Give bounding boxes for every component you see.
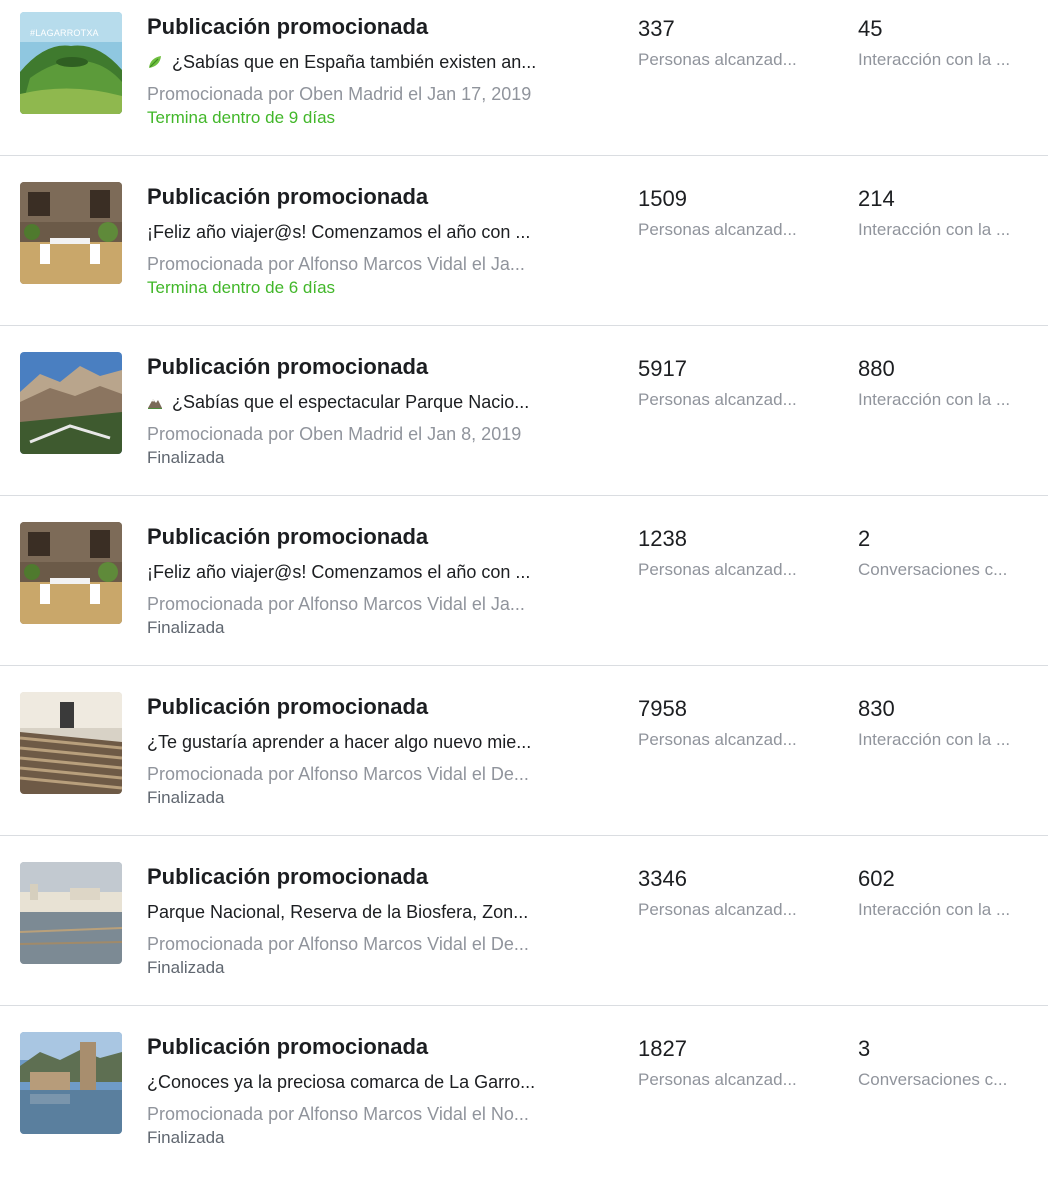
promoted-by-text: Promocionada por Alfonso Marcos Vidal el… <box>147 764 529 784</box>
people-reached-value: 1509 <box>638 186 687 211</box>
people-reached-value: 5917 <box>638 356 687 381</box>
promoted-post-row[interactable]: Publicación promocionada ¡Feliz año viaj… <box>0 170 1048 340</box>
post-message-text: ¿Sabías que el espectacular Parque Nacio… <box>172 392 530 412</box>
post-message: ¿Te gustaría aprender a hacer algo nuevo… <box>147 732 532 752</box>
post-message-text: ¿Sabías que en España también existen an… <box>172 52 537 72</box>
engagement-label: Interacción con la ... <box>858 900 1011 919</box>
mountain-canyon-thumbnail[interactable] <box>20 352 122 454</box>
row-divider <box>0 1005 1048 1006</box>
post-message: Parque Nacional, Reserva de la Biosfera,… <box>147 902 529 922</box>
people-reached-label: Personas alcanzad... <box>638 560 797 579</box>
post-title[interactable]: Publicación promocionada <box>147 1034 428 1060</box>
promoted-by-text: Promocionada por Alfonso Marcos Vidal el… <box>147 594 525 614</box>
promoted-by-text: Promocionada por Oben Madrid el Jan 8, 2… <box>147 424 522 444</box>
river-town-thumbnail[interactable] <box>20 1032 122 1134</box>
mountain-icon <box>147 392 168 412</box>
stone-house-terrace-thumbnail[interactable] <box>20 182 122 284</box>
promoted-post-row[interactable]: Publicación promocionada ¿Te gustaría ap… <box>0 680 1048 850</box>
people-reached-label: Personas alcanzad... <box>638 50 797 69</box>
post-title[interactable]: Publicación promocionada <box>147 864 428 890</box>
post-title[interactable]: Publicación promocionada <box>147 14 428 40</box>
promoted-by-text: Promocionada por Alfonso Marcos Vidal el… <box>147 1104 529 1124</box>
post-message: ¡Feliz año viajer@s! Comenzamos el año c… <box>147 562 531 582</box>
post-message: ¿Sabías que el espectacular Parque Nacio… <box>147 392 567 413</box>
engagement-label: Interacción con la ... <box>858 220 1011 239</box>
post-title[interactable]: Publicación promocionada <box>147 524 428 550</box>
engagement-value: 214 <box>858 186 895 211</box>
people-reached-value: 337 <box>638 16 675 41</box>
promoted-post-row[interactable]: Publicación promocionada ¿Conoces ya la … <box>0 1020 1048 1190</box>
people-reached-label: Personas alcanzad... <box>638 390 797 409</box>
people-reached-value: 1238 <box>638 526 687 551</box>
people-reached-value: 3346 <box>638 866 687 891</box>
status-text: Finalizada <box>147 958 225 977</box>
engagement-value: 45 <box>858 16 883 41</box>
post-title[interactable]: Publicación promocionada <box>147 184 428 210</box>
post-message: ¿Sabías que en España también existen an… <box>147 52 567 73</box>
stone-house-terrace-thumbnail[interactable] <box>20 522 122 624</box>
people-reached-label: Personas alcanzad... <box>638 220 797 239</box>
conversations-label: Conversaciones c... <box>858 1070 1008 1089</box>
row-divider <box>0 665 1048 666</box>
promoted-post-row[interactable]: Publicación promocionada ¿Sabías que el … <box>0 340 1048 510</box>
engagement-label: Interacción con la ... <box>858 730 1011 749</box>
status-text: Finalizada <box>147 788 225 807</box>
row-divider <box>0 495 1048 496</box>
promoted-by-text: Promocionada por Oben Madrid el Jan 17, … <box>147 84 532 104</box>
status-text: Finalizada <box>147 1128 225 1147</box>
wetland-village-thumbnail[interactable] <box>20 862 122 964</box>
promoted-post-row[interactable]: Publicación promocionada ¡Feliz año viaj… <box>0 510 1048 680</box>
post-message: ¡Feliz año viajer@s! Comenzamos el año c… <box>147 222 531 242</box>
people-reached-value: 1827 <box>638 1036 687 1061</box>
people-reached-label: Personas alcanzad... <box>638 730 797 749</box>
people-reached-label: Personas alcanzad... <box>638 1070 797 1089</box>
thumbnail-hashtag: #LAGARROTXA <box>30 28 99 38</box>
promoted-posts-list: #LAGARROTXA Publicación promocionada ¿Sa… <box>0 0 1048 1147</box>
promoted-by-text: Promocionada por Alfonso Marcos Vidal el… <box>147 934 529 954</box>
conversations-label: Conversaciones c... <box>858 560 1008 579</box>
row-divider <box>0 155 1048 156</box>
conversations-value: 3 <box>858 1036 871 1061</box>
conversations-value: 2 <box>858 526 871 551</box>
row-divider <box>0 325 1048 326</box>
engagement-value: 602 <box>858 866 895 891</box>
engagement-value: 880 <box>858 356 895 381</box>
engagement-value: 830 <box>858 696 895 721</box>
post-title[interactable]: Publicación promocionada <box>147 694 428 720</box>
promoted-post-row[interactable]: #LAGARROTXA Publicación promocionada ¿Sa… <box>0 0 1048 170</box>
status-text: Termina dentro de 6 días <box>147 278 336 297</box>
engagement-label: Interacción con la ... <box>858 50 1011 69</box>
status-text: Finalizada <box>147 618 225 637</box>
post-message: ¿Conoces ya la preciosa comarca de La Ga… <box>147 1072 536 1092</box>
people-reached-value: 7958 <box>638 696 687 721</box>
leaf-icon <box>147 52 168 72</box>
volcano-landscape-thumbnail[interactable]: #LAGARROTXA <box>20 12 122 114</box>
loom-weaving-thumbnail[interactable] <box>20 692 122 794</box>
post-title[interactable]: Publicación promocionada <box>147 354 428 380</box>
status-text: Finalizada <box>147 448 225 467</box>
status-text: Termina dentro de 9 días <box>147 108 336 127</box>
engagement-label: Interacción con la ... <box>858 390 1011 409</box>
promoted-post-row[interactable]: Publicación promocionada Parque Nacional… <box>0 850 1048 1020</box>
promoted-by-text: Promocionada por Alfonso Marcos Vidal el… <box>147 254 525 274</box>
row-divider <box>0 835 1048 836</box>
people-reached-label: Personas alcanzad... <box>638 900 797 919</box>
